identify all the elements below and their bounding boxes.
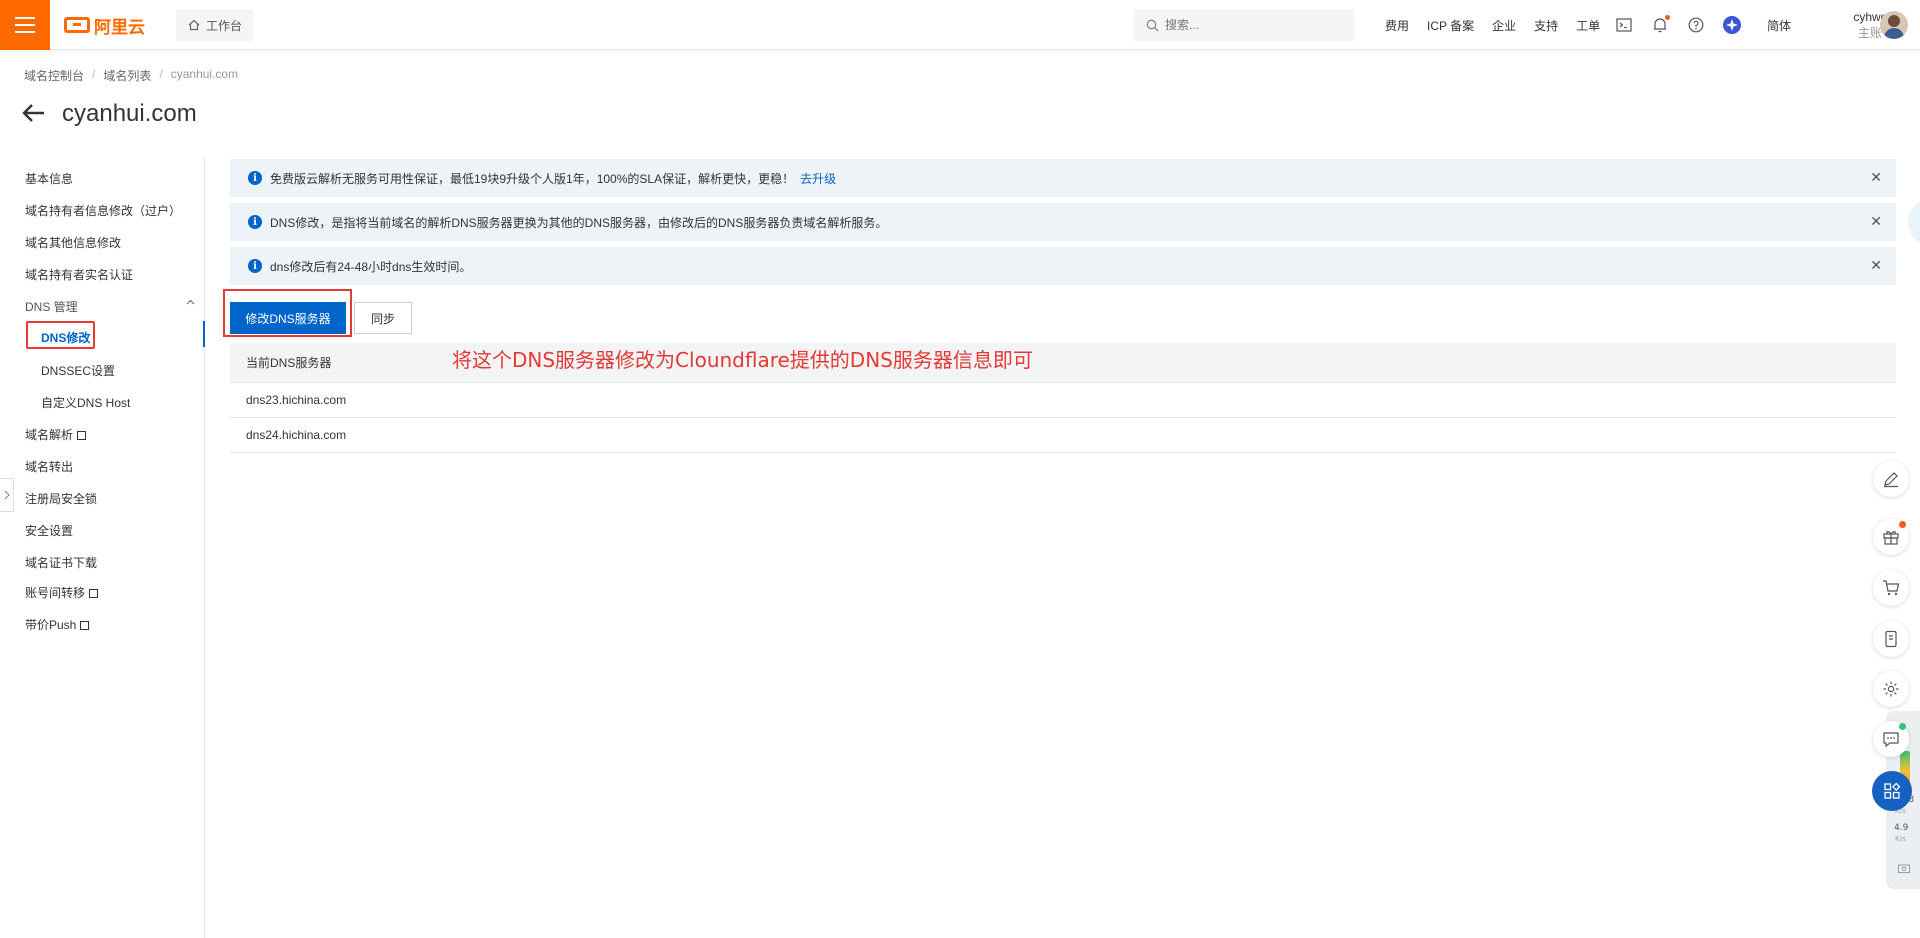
table-row: dns24.hichina.com (230, 418, 1896, 453)
notification-dot (1899, 521, 1906, 528)
annotation-text: 将这个DNS服务器修改为Cloundflare提供的DNS服务器信息即可 (452, 348, 1033, 372)
sidebar-item-transfer-out[interactable]: 域名转出 (25, 458, 73, 475)
avatar[interactable] (1880, 11, 1908, 39)
cart-icon (1883, 580, 1900, 596)
breadcrumb-domain-console[interactable]: 域名控制台 (24, 67, 84, 84)
app-grid-button[interactable] (1872, 771, 1912, 811)
external-link-icon (80, 621, 90, 630)
gear-icon (1883, 681, 1899, 697)
close-icon[interactable]: ✕ (1870, 257, 1882, 274)
header-icons (1614, 0, 1742, 50)
alert-upgrade: i 免费版云解析无服务可用性保证，最低19块9升级个人版1年，100%的SLA保… (230, 159, 1896, 197)
close-icon[interactable]: ✕ (1870, 213, 1882, 230)
search-input[interactable] (1165, 18, 1335, 32)
sidebar-item-dnssec[interactable]: DNSSEC设置 (41, 362, 115, 379)
language-switch[interactable]: 简体 (1767, 17, 1791, 34)
active-indicator (203, 321, 205, 347)
page-title: cyanhui.com (62, 100, 197, 127)
sidebar-item-dns-modify[interactable]: DNS修改 (41, 329, 90, 346)
sidebar-item-certificate[interactable]: 域名证书下载 (25, 554, 97, 571)
info-icon: i (248, 215, 262, 229)
sidebar-item-dns-resolve[interactable]: 域名解析 (25, 426, 87, 443)
sidebar: 基本信息 域名持有者信息修改（过户） 域名其他信息修改 域名持有者实名认证 DN… (0, 158, 205, 938)
app-download-icon (1885, 630, 1897, 648)
alert-text: 免费版云解析无服务可用性保证，最低19块9升级个人版1年，100%的SLA保证，… (270, 171, 795, 186)
grid-icon (1884, 782, 1901, 799)
terminal-icon[interactable] (1614, 15, 1634, 35)
sidebar-item-other-info[interactable]: 域名其他信息修改 (25, 234, 121, 251)
info-icon: i (248, 171, 262, 185)
download-speed: 4.9 (1894, 823, 1909, 833)
download-unit: K/s (1895, 835, 1906, 843)
sidebar-item-label: 账号间转移 (25, 586, 86, 600)
breadcrumb-domain-list[interactable]: 域名列表 (103, 67, 151, 84)
nav-link-billing[interactable]: 费用 (1376, 17, 1418, 34)
side-drawer-handle[interactable] (1908, 198, 1920, 246)
header-nav: 费用 ICP 备案 企业 支持 工单 (1376, 0, 1609, 50)
external-link-icon (77, 431, 87, 440)
nav-link-support[interactable]: 支持 (1525, 17, 1567, 34)
alert-text: dns修改后有24-48小时dns生效时间。 (270, 259, 472, 274)
breadcrumb: 域名控制台 / 域名列表 / cyanhui.com (24, 67, 238, 84)
edit-feedback-button[interactable] (1873, 461, 1909, 497)
workbench-button[interactable]: 工作台 (176, 9, 255, 41)
logo-mark-icon (64, 17, 90, 33)
nav-link-icp[interactable]: ICP 备案 (1418, 17, 1483, 34)
edit-icon (1884, 472, 1898, 488)
modify-dns-button[interactable]: 修改DNS服务器 (230, 302, 346, 334)
help-icon[interactable] (1686, 15, 1706, 35)
logo-text: 阿里云 (94, 17, 145, 37)
home-icon (188, 19, 200, 31)
chevron-up-icon[interactable] (186, 297, 195, 308)
close-icon[interactable]: ✕ (1870, 169, 1882, 186)
gift-icon (1883, 531, 1899, 545)
sidebar-item-price-push[interactable]: 带价Push (25, 616, 90, 633)
search-icon (1146, 19, 1159, 31)
top-bar: 阿里云 工作台 费用 ICP 备案 企业 支持 工单 简体 cyhweb 主账号 (0, 0, 1920, 50)
notification-dot (1665, 15, 1670, 20)
table-row: dns23.hichina.com (230, 383, 1896, 418)
bell-icon[interactable] (1650, 15, 1670, 35)
workbench-label: 工作台 (206, 18, 243, 33)
hamburger-menu-button[interactable] (0, 0, 50, 50)
chat-icon (1883, 732, 1899, 748)
chat-button[interactable] (1873, 721, 1909, 757)
breadcrumb-current: cyanhui.com (170, 67, 239, 81)
sidebar-item-registry-lock[interactable]: 注册局安全锁 (25, 490, 97, 507)
sidebar-item-realname[interactable]: 域名持有者实名认证 (25, 266, 133, 283)
alert-dns-info: i DNS修改，是指将当前域名的解析DNS服务器更换为其他的DNS服务器，由修改… (230, 203, 1896, 241)
sync-button[interactable]: 同步 (354, 302, 412, 334)
nav-link-ticket[interactable]: 工单 (1567, 17, 1609, 34)
nav-link-enterprise[interactable]: 企业 (1483, 17, 1525, 34)
breadcrumb-separator: / (92, 67, 96, 81)
sidebar-item-security[interactable]: 安全设置 (25, 522, 73, 539)
chevron-right-icon (4, 490, 10, 500)
sidebar-item-account-transfer[interactable]: 账号间转移 (25, 584, 99, 601)
search-box[interactable] (1134, 9, 1354, 41)
status-dot (1899, 723, 1906, 730)
app-button[interactable] (1873, 621, 1909, 657)
sidebar-item-label: 带价Push (25, 618, 77, 632)
alert-text: DNS修改，是指将当前域名的解析DNS服务器更换为其他的DNS服务器，由修改后的… (270, 215, 888, 230)
aliyun-logo[interactable]: 阿里云 (64, 13, 145, 37)
sidebar-collapse-toggle[interactable] (0, 478, 14, 512)
external-link-icon (89, 589, 99, 598)
sidebar-group-dns[interactable]: DNS 管理 (25, 298, 78, 315)
breadcrumb-separator: / (159, 67, 163, 81)
upgrade-link[interactable]: 去升级 (800, 170, 836, 187)
ai-assistant-icon[interactable] (1722, 15, 1742, 35)
settings-button[interactable] (1873, 671, 1909, 707)
alert-dns-effect-time: i dns修改后有24-48小时dns生效时间。 ✕ (230, 247, 1896, 285)
cart-button[interactable] (1873, 570, 1909, 606)
page-header: cyanhui.com (22, 100, 197, 128)
sidebar-item-label: 域名解析 (25, 428, 74, 442)
camera-icon (1898, 864, 1910, 873)
info-icon: i (248, 259, 262, 273)
sidebar-item-owner-change[interactable]: 域名持有者信息修改（过户） (25, 202, 181, 219)
sidebar-item-basic-info[interactable]: 基本信息 (25, 170, 73, 187)
back-arrow-icon[interactable] (22, 101, 46, 127)
gift-button[interactable] (1873, 519, 1909, 555)
sidebar-item-custom-dns-host[interactable]: 自定义DNS Host (41, 394, 130, 411)
